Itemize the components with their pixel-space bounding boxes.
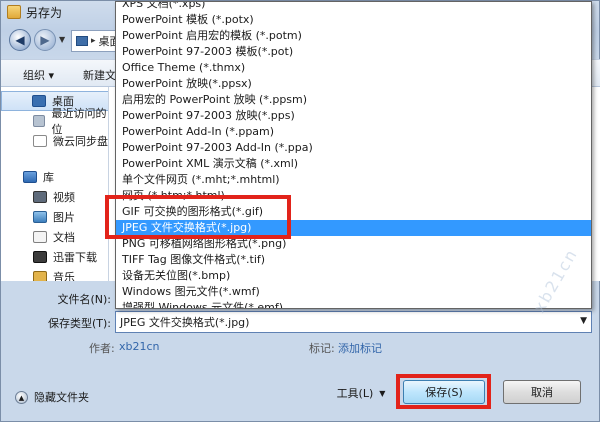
save-as-app-icon [7, 5, 21, 19]
chevron-down-icon: ▼ [379, 388, 386, 398]
sidebar-item-label: 图片 [53, 211, 75, 224]
recent-places-icon [33, 115, 46, 127]
file-type-option[interactable]: XPS 文档(*.xps) [116, 2, 591, 12]
recent-locations-chevron-icon[interactable]: ▼ [59, 35, 65, 44]
window-title: 另存为 [26, 5, 63, 20]
file-type-option[interactable]: 网页 (*.htm;*.html) [116, 188, 591, 204]
sidebar-item-label: 微云同步盘 [53, 135, 108, 148]
file-type-option[interactable]: PowerPoint 模板 (*.potx) [116, 12, 591, 28]
file-type-option[interactable]: PowerPoint Add-In (*.ppam) [116, 124, 591, 140]
cancel-button[interactable]: 取消 [503, 380, 581, 404]
save-type-value: JPEG 文件交换格式(*.jpg) [120, 316, 250, 329]
sidebar-item-cloud-sync[interactable]: 微云同步盘 [1, 131, 108, 151]
file-type-option[interactable]: 设备无关位图(*.bmp) [116, 268, 591, 284]
tools-menu-button[interactable]: 工具(L) ▼ [331, 381, 391, 405]
video-library-icon [33, 191, 47, 203]
file-type-option[interactable]: TIFF Tag 图像文件格式(*.tif) [116, 252, 591, 268]
documents-library-icon [33, 231, 47, 243]
hide-folders-toggle[interactable]: ▲ 隐藏文件夹 [15, 389, 89, 405]
breadcrumb-chevron-icon[interactable]: ▸ [91, 36, 96, 46]
music-library-icon [33, 271, 47, 281]
file-type-option[interactable]: Office Theme (*.thmx) [116, 60, 591, 76]
navigation-pane: 桌面 最近访问的位 微云同步盘 库 视频 图片 文档 迅雷下载 音乐 [1, 87, 109, 281]
pictures-library-icon [33, 211, 47, 223]
file-type-option[interactable]: PNG 可移植网络图形格式(*.png) [116, 236, 591, 252]
desktop-icon [32, 95, 46, 107]
save-type-select[interactable]: JPEG 文件交换格式(*.jpg) ▼ [115, 311, 592, 333]
sidebar-item-thunder-downloads[interactable]: 迅雷下载 [1, 247, 108, 267]
filename-label: 文件名(N): [57, 293, 111, 306]
hide-folders-label: 隐藏文件夹 [34, 391, 89, 404]
library-icon [23, 171, 37, 183]
file-type-option[interactable]: PowerPoint XML 演示文稿 (*.xml) [116, 156, 591, 172]
add-tags-field[interactable]: 添加标记 [338, 340, 382, 356]
file-type-option[interactable]: PowerPoint 97-2003 模板(*.pot) [116, 44, 591, 60]
tags-label: 标记: [309, 342, 335, 355]
author-label: 作者: [89, 342, 115, 355]
new-folder-button[interactable]: 新建文 [83, 67, 116, 83]
sidebar-item-label: 库 [43, 171, 54, 184]
sidebar-item-documents[interactable]: 文档 [1, 227, 108, 247]
file-type-option[interactable]: PowerPoint 启用宏的模板 (*.potm) [116, 28, 591, 44]
tools-label: 工具(L) [336, 387, 374, 400]
save-button[interactable]: 保存(S) [403, 380, 485, 404]
sidebar-item-label: 文档 [53, 231, 75, 244]
back-arrow-icon[interactable]: ◀ [9, 29, 31, 51]
file-type-option[interactable]: JPEG 文件交换格式(*.jpg) [116, 220, 591, 236]
sidebar-item-recent-places[interactable]: 最近访问的位 [1, 107, 108, 136]
save-type-label: 保存类型(T): [47, 317, 111, 330]
file-type-option[interactable]: 单个文件网页 (*.mht;*.mhtml) [116, 172, 591, 188]
sidebar-item-label: 视频 [53, 191, 75, 204]
file-type-option[interactable]: 增强型 Windows 元文件(*.emf) [116, 300, 591, 308]
chevron-down-icon[interactable]: ▼ [580, 316, 587, 326]
organize-menu-button[interactable]: 组织 ▾ [23, 67, 54, 83]
file-type-option[interactable]: PowerPoint 97-2003 Add-In (*.ppa) [116, 140, 591, 156]
sidebar-item-label: 音乐 [53, 271, 75, 281]
desktop-location-icon [76, 36, 88, 46]
cloud-sync-icon [33, 135, 47, 147]
file-type-option[interactable]: Windows 图元文件(*.wmf) [116, 284, 591, 300]
sidebar-item-label: 迅雷下载 [53, 251, 97, 264]
sidebar-item-libraries[interactable]: 库 [1, 167, 108, 187]
file-type-option[interactable]: 启用宏的 PowerPoint 放映 (*.ppsm) [116, 92, 591, 108]
sidebar-item-videos[interactable]: 视频 [1, 187, 108, 207]
save-type-dropdown-list[interactable]: XPS 文档(*.xps) PowerPoint 模板 (*.potx) Power… [115, 1, 592, 309]
author-value[interactable]: xb21cn [119, 340, 160, 353]
forward-arrow-icon[interactable]: ▶ [34, 29, 56, 51]
sidebar-item-music[interactable]: 音乐 [1, 267, 108, 281]
file-type-option[interactable]: GIF 可交换的图形格式(*.gif) [116, 204, 591, 220]
thunder-download-icon [33, 251, 47, 263]
save-as-dialog: 另存为 ◀ ▶ ▼ ▸ 桌面 组织 ▾ 新建文 桌面 最近访问的位 微云同步盘 … [0, 0, 600, 422]
sidebar-item-pictures[interactable]: 图片 [1, 207, 108, 227]
file-type-option[interactable]: PowerPoint 97-2003 放映(*.pps) [116, 108, 591, 124]
file-type-option[interactable]: PowerPoint 放映(*.ppsx) [116, 76, 591, 92]
chevron-up-icon: ▲ [15, 390, 28, 404]
